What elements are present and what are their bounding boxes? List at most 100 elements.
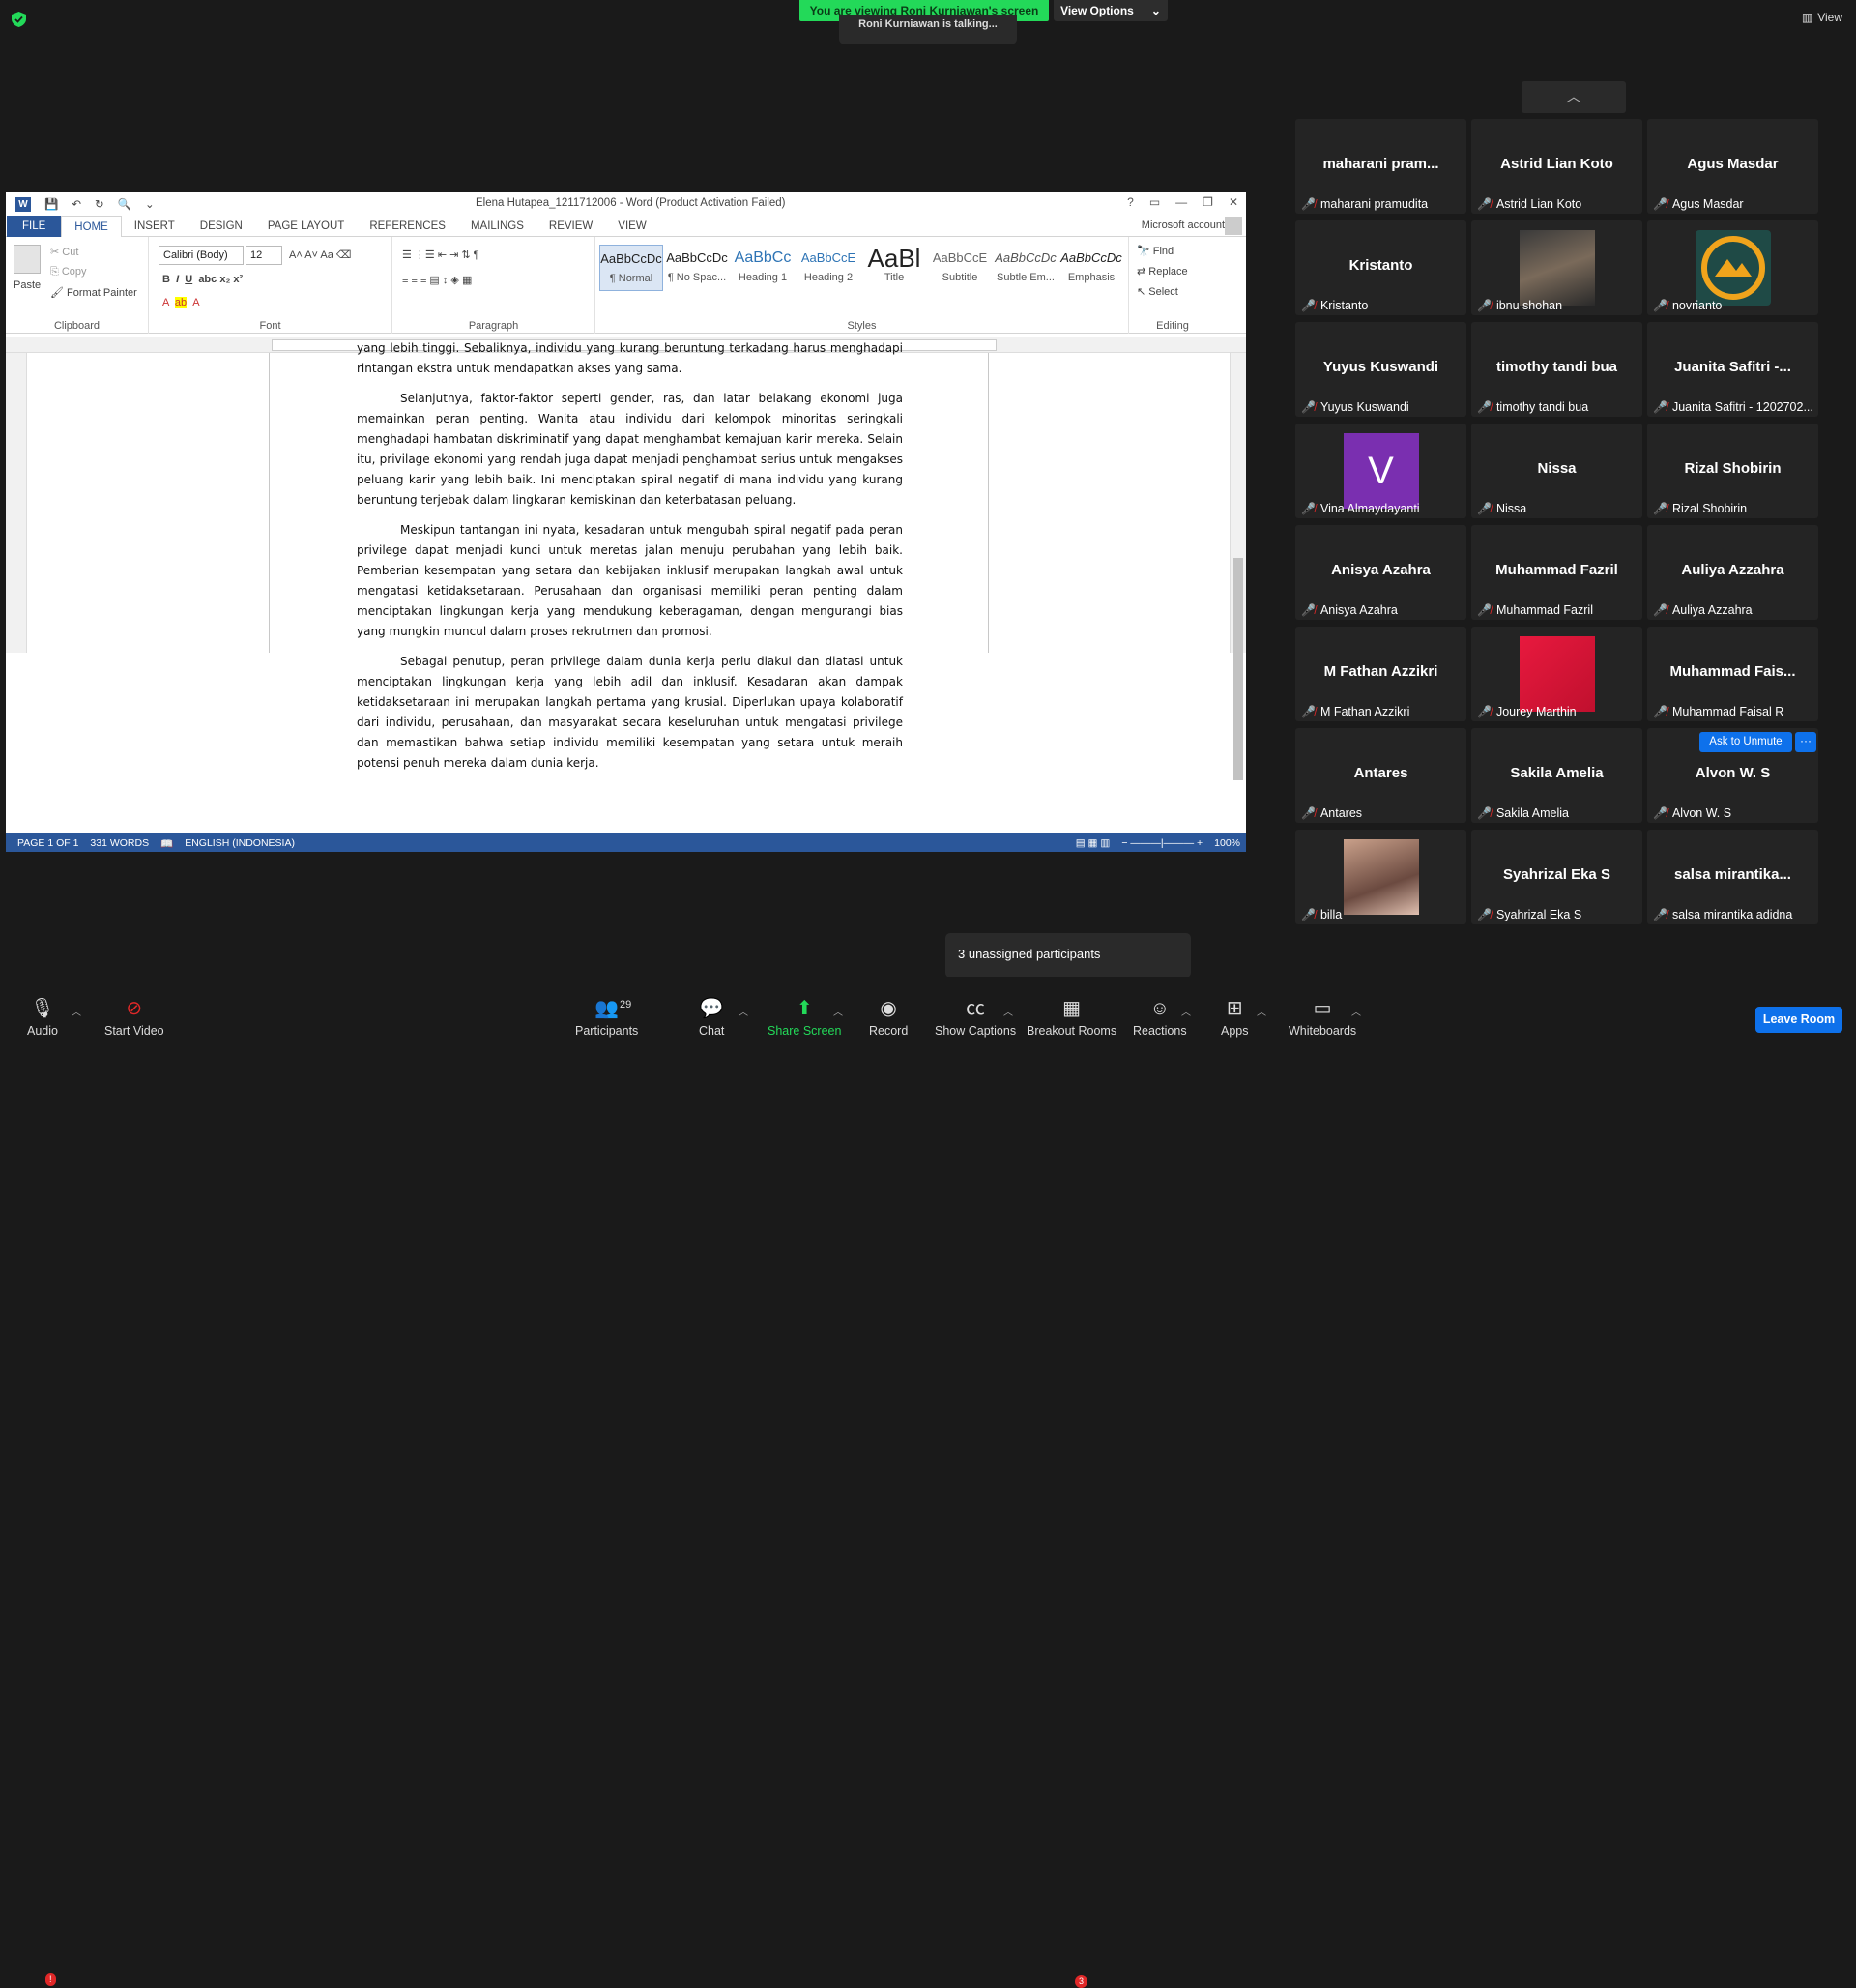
participant-tile[interactable]: Auliya Azzahra 🎤̸ Auliya Azzahra <box>1647 525 1818 620</box>
share-caret-icon[interactable]: ︿ <box>833 1004 843 1018</box>
tab-references[interactable]: REFERENCES <box>357 216 458 237</box>
replace-button[interactable]: ⇄ Replace <box>1137 265 1188 278</box>
participant-tile[interactable]: V 🎤̸ Vina Almaydayanti <box>1295 424 1466 518</box>
tab-file[interactable]: FILE <box>7 215 62 237</box>
select-button[interactable]: ↖ Select <box>1137 285 1178 298</box>
close-icon[interactable]: ✕ <box>1229 195 1238 209</box>
document-area[interactable]: yang lebih tinggi. Sebaliknya, individu … <box>6 341 1246 780</box>
audio-button[interactable]: 🎙 Audio <box>27 996 58 1038</box>
format-buttons[interactable]: B I U abc x₂ x² <box>162 274 243 285</box>
participant-tile[interactable]: salsa mirantika... 🎤̸ salsa mirantika adid… <box>1647 830 1818 924</box>
style-normal[interactable]: AaBbCcDc ¶ Normal <box>599 245 663 291</box>
share-screen-button[interactable]: ⬆ Share Screen <box>768 996 841 1038</box>
tab-mailings[interactable]: MAILINGS <box>458 216 536 237</box>
style-title[interactable]: AaBl Title <box>862 245 926 291</box>
help-icon[interactable]: ? <box>1127 195 1134 209</box>
font-name-select[interactable]: Calibri (Body) <box>159 246 244 265</box>
captions-caret-icon[interactable]: ︿ <box>1003 1004 1013 1018</box>
cut-button[interactable]: ✂ Cut <box>50 246 78 258</box>
copy-button[interactable]: ⎘ Copy <box>50 266 87 278</box>
participant-tile[interactable]: 🎤̸ ibnu shohan <box>1471 220 1642 315</box>
tab-page-layout[interactable]: PAGE LAYOUT <box>255 216 357 237</box>
view-button[interactable]: ▥ View <box>1802 11 1842 24</box>
tab-view[interactable]: VIEW <box>605 216 658 237</box>
participant-tile[interactable]: M Fathan Azzikri 🎤̸ M Fathan Azzikri <box>1295 627 1466 721</box>
participant-tile[interactable]: Syahrizal Eka S 🎤̸ Syahrizal Eka S <box>1471 830 1642 924</box>
participant-tile[interactable]: Sakila Amelia 🎤̸ Sakila Amelia <box>1471 728 1642 823</box>
participant-tile[interactable]: 🎤̸ novrianto <box>1647 220 1818 315</box>
participant-tile[interactable]: Muhammad Fazril 🎤̸ Muhammad Fazril <box>1471 525 1642 620</box>
text-color-icons[interactable]: A ab A <box>162 297 200 308</box>
grow-shrink-font-icons[interactable]: A˄ A˅ Aa ⌫ <box>289 248 352 261</box>
align-icons[interactable]: ≡ ≡ ≡ ▤ ↕ ◈ ▦ <box>402 274 472 286</box>
style-heading-1[interactable]: AaBbCc Heading 1 <box>731 245 795 291</box>
participant-tile[interactable]: Kristanto 🎤̸ Kristanto <box>1295 220 1466 315</box>
security-shield-icon[interactable] <box>12 12 26 27</box>
participant-tile[interactable]: Juanita Safitri -... 🎤̸ Juanita Safitri - … <box>1647 322 1818 417</box>
participant-tile[interactable]: Muhammad Fais... 🎤̸ Muhammad Faisal R <box>1647 627 1818 721</box>
participant-tile[interactable]: Yuyus Kuswandi 🎤̸ Yuyus Kuswandi <box>1295 322 1466 417</box>
collapse-gallery-button[interactable]: ︿ <box>1522 81 1626 113</box>
ribbon-display-icon[interactable]: ▭ <box>1149 195 1160 209</box>
participant-tile[interactable]: Anisya Azahra 🎤̸ Anisya Azahra <box>1295 525 1466 620</box>
tab-insert[interactable]: INSERT <box>122 216 188 237</box>
ask-to-unmute-button[interactable]: Ask to Unmute <box>1699 732 1792 752</box>
start-video-button[interactable]: ⊘ Start Video <box>104 996 164 1038</box>
tab-review[interactable]: REVIEW <box>536 216 605 237</box>
apps-caret-icon[interactable]: ︿ <box>1257 1004 1266 1018</box>
zoom-slider[interactable]: − ———|——— + <box>1121 837 1203 849</box>
leave-room-button[interactable]: Leave Room <box>1755 1007 1842 1033</box>
restore-icon[interactable]: ❐ <box>1203 195 1213 209</box>
proofing-icon[interactable]: 📖 <box>160 837 173 850</box>
view-options-button[interactable]: View Options ⌄ <box>1054 0 1168 21</box>
font-size-select[interactable]: 12 <box>246 246 282 265</box>
reactions-button[interactable]: ☺ Reactions <box>1133 996 1187 1038</box>
customize-qat-icon[interactable]: ⌄ <box>145 197 155 211</box>
undo-icon[interactable]: ↶ <box>72 197 81 211</box>
vertical-scrollbar[interactable] <box>1230 353 1246 780</box>
participant-tile[interactable]: Nissa 🎤̸ Nissa <box>1471 424 1642 518</box>
chat-button[interactable]: 💬 Chat <box>699 996 724 1038</box>
reactions-caret-icon[interactable]: ︿ <box>1181 1004 1191 1018</box>
tab-home[interactable]: HOME <box>61 215 122 238</box>
whiteboards-caret-icon[interactable]: ︿ <box>1351 1004 1361 1018</box>
whiteboards-button[interactable]: ▭ Whiteboards <box>1289 996 1356 1038</box>
more-options-button[interactable]: ··· <box>1795 732 1816 752</box>
style-no-spacing[interactable]: AaBbCcDc ¶ No Spac... <box>665 245 729 291</box>
save-icon[interactable]: 💾 <box>44 197 58 211</box>
account-avatar[interactable] <box>1225 217 1242 235</box>
word-count[interactable]: 331 WORDS <box>90 837 149 849</box>
style-emphasis[interactable]: AaBbCcDc Emphasis <box>1059 245 1123 291</box>
list-indent-icons[interactable]: ☰ ⋮☰ ⇤ ⇥ ⇅ ¶ <box>402 248 479 261</box>
participant-tile[interactable]: Rizal Shobirin 🎤̸ Rizal Shobirin <box>1647 424 1818 518</box>
print-preview-icon[interactable]: 🔍 <box>118 197 131 211</box>
account-link[interactable]: Microsoft account <box>1142 219 1225 231</box>
format-painter-button[interactable]: 🖌 Format Painter <box>50 286 137 299</box>
record-button[interactable]: ◉ Record <box>869 996 908 1038</box>
minimize-icon[interactable]: — <box>1175 195 1187 209</box>
style-subtle-emphasis[interactable]: AaBbCcDc Subtle Em... <box>994 245 1058 291</box>
participant-tile[interactable]: 🎤̸ Jourey Marthin <box>1471 627 1642 721</box>
participant-tile[interactable]: timothy tandi bua 🎤̸ timothy tandi bua <box>1471 322 1642 417</box>
apps-button[interactable]: ⊞ Apps <box>1221 996 1249 1038</box>
language[interactable]: ENGLISH (INDONESIA) <box>185 837 295 849</box>
participant-tile[interactable]: maharani pram... 🎤̸ maharani pramudita <box>1295 119 1466 214</box>
audio-caret-icon[interactable]: ︿ <box>72 1004 81 1018</box>
view-mode-icons[interactable]: ▤ ▦ ▥ <box>1076 837 1111 849</box>
paste-icon[interactable] <box>14 245 41 274</box>
breakout-rooms-button[interactable]: ▦ Breakout Rooms <box>1027 996 1116 1038</box>
tab-design[interactable]: DESIGN <box>188 216 255 237</box>
zoom-level[interactable]: 100% <box>1214 837 1240 849</box>
participant-tile[interactable]: Astrid Lian Koto 🎤̸ Astrid Lian Koto <box>1471 119 1642 214</box>
style-subtitle[interactable]: AaBbCcE Subtitle <box>928 245 992 291</box>
page-count[interactable]: PAGE 1 OF 1 <box>17 837 78 849</box>
find-button[interactable]: 🔭 Find <box>1137 245 1174 257</box>
participant-tile[interactable]: Antares 🎤̸ Antares <box>1295 728 1466 823</box>
document-body[interactable]: yang lebih tinggi. Sebaliknya, individu … <box>357 338 903 783</box>
scrollbar-thumb[interactable] <box>1233 558 1243 780</box>
paste-button[interactable]: Paste <box>14 279 41 291</box>
style-heading-2[interactable]: AaBbCcE Heading 2 <box>797 245 860 291</box>
participant-tile[interactable]: Agus Masdar 🎤̸ Agus Masdar <box>1647 119 1818 214</box>
redo-icon[interactable]: ↻ <box>95 197 104 211</box>
participant-tile[interactable]: 🎤̸ billa <box>1295 830 1466 924</box>
